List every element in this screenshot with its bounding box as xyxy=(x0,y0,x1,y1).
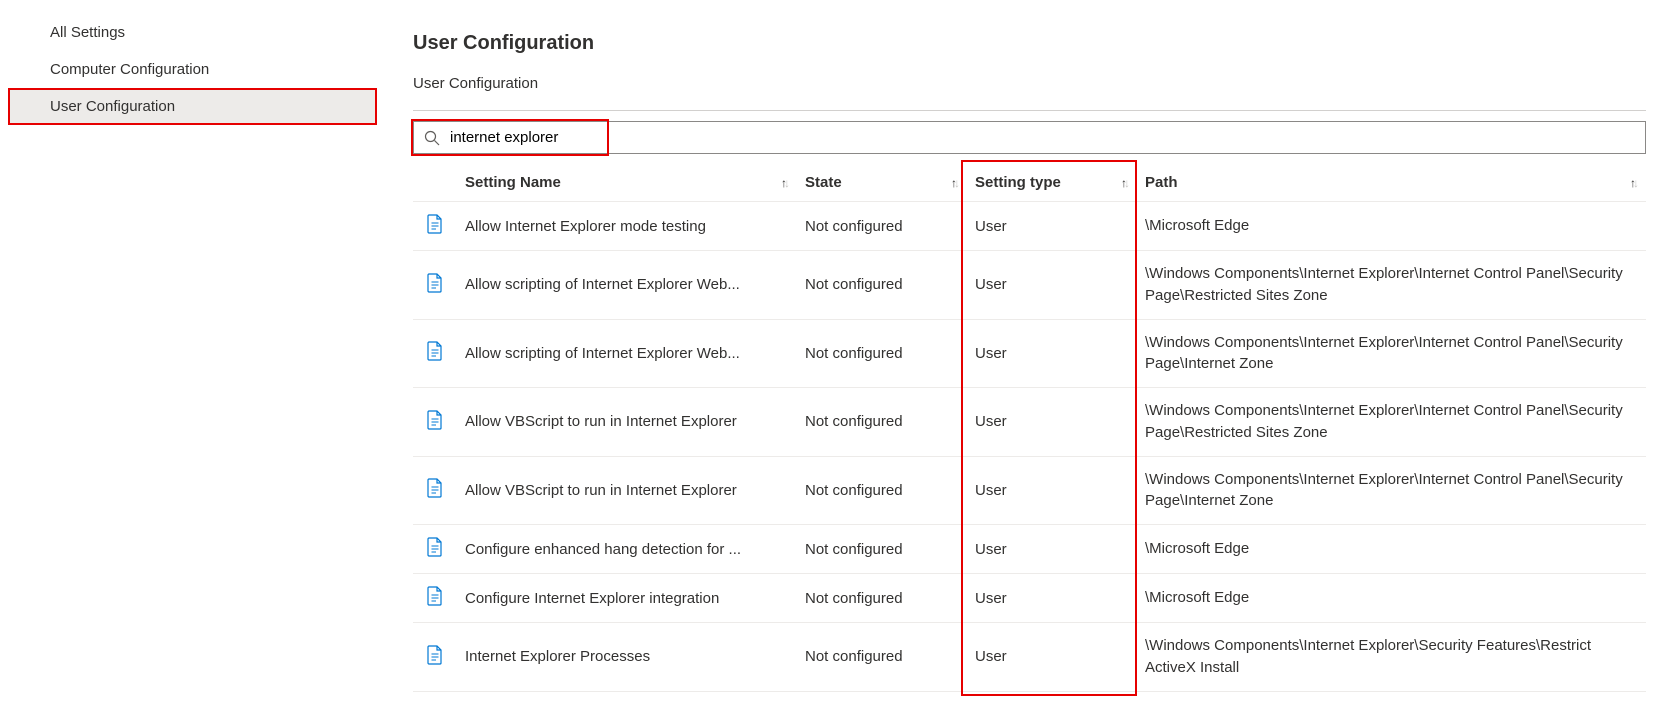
table-row[interactable]: Configure enhanced hang detection for ..… xyxy=(413,525,1646,574)
sidebar-item-label: All Settings xyxy=(50,24,125,41)
sidebar-item-all-settings[interactable]: All Settings xyxy=(8,14,377,51)
column-header-state[interactable]: State ↑↓ xyxy=(797,164,967,202)
search-box[interactable] xyxy=(413,121,1646,154)
state-cell: Not configured xyxy=(797,623,967,692)
table-row[interactable]: Configure Internet Explorer integrationN… xyxy=(413,574,1646,623)
column-header-icon xyxy=(413,164,457,202)
table-row[interactable]: Allow scripting of Internet Explorer Web… xyxy=(413,251,1646,320)
path-cell: \Microsoft Edge xyxy=(1137,525,1646,574)
type-cell: User xyxy=(967,623,1137,692)
setting-name-cell: Allow scripting of Internet Explorer Web… xyxy=(457,319,797,388)
main-content: User Configuration User Configuration Se… xyxy=(395,0,1666,712)
sort-icon[interactable]: ↑↓ xyxy=(1121,176,1127,190)
search-input[interactable] xyxy=(448,128,1635,147)
setting-name-cell: Configure Internet Explorer integration xyxy=(457,574,797,623)
row-icon-cell xyxy=(413,388,457,457)
state-cell: Not configured xyxy=(797,388,967,457)
table-body: Allow Internet Explorer mode testingNot … xyxy=(413,202,1646,692)
divider xyxy=(413,110,1646,111)
search-container xyxy=(413,121,1646,154)
settings-table: Setting Name ↑↓ State ↑↓ Setting type ↑↓… xyxy=(413,164,1646,692)
state-cell: Not configured xyxy=(797,525,967,574)
column-label: Setting type xyxy=(975,174,1061,191)
sidebar-item-label: Computer Configuration xyxy=(50,61,209,78)
type-cell: User xyxy=(967,251,1137,320)
table-row[interactable]: Allow VBScript to run in Internet Explor… xyxy=(413,388,1646,457)
sort-icon[interactable]: ↑↓ xyxy=(781,176,787,190)
search-icon xyxy=(424,130,440,146)
path-cell: \Windows Components\Internet Explorer\Se… xyxy=(1137,623,1646,692)
column-label: State xyxy=(805,174,842,191)
table-row[interactable]: Allow scripting of Internet Explorer Web… xyxy=(413,319,1646,388)
document-icon xyxy=(427,586,443,606)
document-icon xyxy=(427,341,443,361)
sidebar-item-label: User Configuration xyxy=(50,98,175,115)
document-icon xyxy=(427,410,443,430)
setting-name-cell: Internet Explorer Processes xyxy=(457,623,797,692)
type-cell: User xyxy=(967,388,1137,457)
path-cell: \Microsoft Edge xyxy=(1137,202,1646,251)
row-icon-cell xyxy=(413,574,457,623)
setting-name-cell: Allow Internet Explorer mode testing xyxy=(457,202,797,251)
document-icon xyxy=(427,537,443,557)
document-icon xyxy=(427,478,443,498)
row-icon-cell xyxy=(413,525,457,574)
state-cell: Not configured xyxy=(797,251,967,320)
breadcrumb: User Configuration xyxy=(413,75,1646,92)
document-icon xyxy=(427,214,443,234)
type-cell: User xyxy=(967,319,1137,388)
sort-icon[interactable]: ↑↓ xyxy=(951,176,957,190)
page-title: User Configuration xyxy=(413,32,1646,55)
setting-name-cell: Configure enhanced hang detection for ..… xyxy=(457,525,797,574)
path-cell: \Windows Components\Internet Explorer\In… xyxy=(1137,251,1646,320)
column-header-type[interactable]: Setting type ↑↓ xyxy=(967,164,1137,202)
table-header-row: Setting Name ↑↓ State ↑↓ Setting type ↑↓… xyxy=(413,164,1646,202)
type-cell: User xyxy=(967,456,1137,525)
state-cell: Not configured xyxy=(797,319,967,388)
type-cell: User xyxy=(967,574,1137,623)
path-cell: \Windows Components\Internet Explorer\In… xyxy=(1137,456,1646,525)
column-label: Path xyxy=(1145,174,1178,191)
document-icon xyxy=(427,645,443,665)
row-icon-cell xyxy=(413,319,457,388)
table-row[interactable]: Allow Internet Explorer mode testingNot … xyxy=(413,202,1646,251)
state-cell: Not configured xyxy=(797,456,967,525)
sidebar-item-computer-configuration[interactable]: Computer Configuration xyxy=(8,51,377,88)
setting-name-cell: Allow VBScript to run in Internet Explor… xyxy=(457,456,797,525)
column-label: Setting Name xyxy=(465,174,561,191)
state-cell: Not configured xyxy=(797,202,967,251)
document-icon xyxy=(427,273,443,293)
table-row[interactable]: Allow VBScript to run in Internet Explor… xyxy=(413,456,1646,525)
row-icon-cell xyxy=(413,251,457,320)
type-cell: User xyxy=(967,525,1137,574)
sort-icon[interactable]: ↑↓ xyxy=(1630,176,1636,190)
path-cell: \Windows Components\Internet Explorer\In… xyxy=(1137,388,1646,457)
column-header-name[interactable]: Setting Name ↑↓ xyxy=(457,164,797,202)
sidebar-item-user-configuration[interactable]: User Configuration xyxy=(8,88,377,125)
state-cell: Not configured xyxy=(797,574,967,623)
setting-name-cell: Allow scripting of Internet Explorer Web… xyxy=(457,251,797,320)
setting-name-cell: Allow VBScript to run in Internet Explor… xyxy=(457,388,797,457)
path-cell: \Microsoft Edge xyxy=(1137,574,1646,623)
row-icon-cell xyxy=(413,623,457,692)
table-row[interactable]: Internet Explorer ProcessesNot configure… xyxy=(413,623,1646,692)
settings-table-wrap: Setting Name ↑↓ State ↑↓ Setting type ↑↓… xyxy=(413,164,1646,692)
row-icon-cell xyxy=(413,456,457,525)
path-cell: \Windows Components\Internet Explorer\In… xyxy=(1137,319,1646,388)
sidebar: All Settings Computer Configuration User… xyxy=(0,0,395,712)
row-icon-cell xyxy=(413,202,457,251)
column-header-path[interactable]: Path ↑↓ xyxy=(1137,164,1646,202)
type-cell: User xyxy=(967,202,1137,251)
